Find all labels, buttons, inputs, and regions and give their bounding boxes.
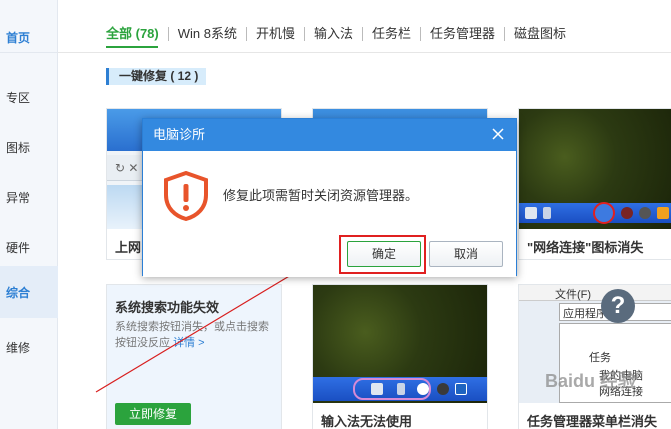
card-title: 上网	[115, 240, 142, 255]
dialog-title: 电脑诊所	[143, 119, 516, 151]
tab-win8[interactable]: Win 8系统	[167, 27, 246, 41]
tab-input-method[interactable]: 输入法	[303, 27, 362, 41]
dialog-message: 修复此项需暂时关闭资源管理器。	[223, 188, 419, 203]
shield-icon	[455, 383, 467, 395]
close-icon[interactable]	[490, 126, 506, 142]
sidebar-item-general[interactable]: 综合	[0, 266, 58, 318]
fix-card-input-method[interactable]: 输入法无法使用	[312, 284, 488, 429]
sidebar-item-icons[interactable]: 图标	[0, 134, 58, 160]
fix-card-task-manager[interactable]: 文件(F) 应用程序 任务 我的电脑 网络连接 ? Baidu 经验 任务管理器…	[518, 284, 671, 429]
tray-icon	[621, 207, 633, 219]
warning-shield-icon	[164, 171, 208, 221]
keyboard-icon	[525, 207, 537, 219]
active-tab-indicator	[106, 46, 158, 48]
taskbar-image	[313, 377, 487, 401]
keyboard-icon	[371, 383, 383, 395]
sidebar-item-label: 综合	[5, 286, 30, 300]
list-header: 任务	[589, 352, 611, 364]
sidebar-divider	[0, 52, 58, 53]
help-icon: ?	[601, 289, 635, 323]
sidebar-item-repair[interactable]: 维修	[0, 334, 58, 360]
taskbar-image	[519, 202, 671, 224]
section-title: 一键修复 ( 12 )	[106, 68, 207, 85]
fix-card-network-icon[interactable]: "网络连接"图标消失	[518, 108, 671, 260]
sidebar-item-label: 图标	[5, 141, 30, 155]
tab-task-manager[interactable]: 任务管理器	[420, 27, 504, 41]
tray-small-icon	[543, 207, 551, 219]
tray-icon	[437, 383, 449, 395]
card-title: 任务管理器菜单栏消失	[527, 414, 658, 429]
sidebar-item-label: 硬件	[5, 241, 30, 255]
card-title: 系统搜索功能失效	[115, 300, 220, 315]
card-description: 系统搜索按钮消失，或点击搜索按钮没反应 详情 >	[115, 321, 269, 349]
card-thumbnail	[313, 285, 487, 403]
menu-file-label: 文件(F)	[555, 289, 592, 301]
sidebar-item-home[interactable]: 首页	[0, 24, 58, 50]
card-thumbnail: 文件(F) 应用程序 任务 我的电脑 网络连接 ? Baidu 经验	[519, 285, 671, 403]
details-link[interactable]: 详情 >	[173, 337, 204, 349]
tab-taskbar[interactable]: 任务栏	[362, 27, 420, 41]
shield-icon	[657, 207, 669, 219]
sidebar-item-label: 专区	[5, 91, 30, 105]
sidebar-item-abnormal[interactable]: 异常	[0, 184, 58, 210]
dialog-body: 修复此项需暂时关闭资源管理器。 确定 取消	[143, 151, 516, 277]
confirm-dialog: 电脑诊所 修复此项需暂时关闭资源管理器。 确定 取消	[142, 118, 517, 277]
tab-disk-icon[interactable]: 磁盘图标	[504, 27, 575, 41]
sidebar-item-label: 首页	[5, 31, 30, 45]
sidebar-item-zone[interactable]: 专区	[0, 84, 58, 110]
ok-button[interactable]: 确定	[347, 241, 421, 267]
card-title: 输入法无法使用	[321, 414, 413, 429]
tabs-divider	[58, 52, 671, 53]
tray-icon	[639, 207, 651, 219]
tab-slow-boot[interactable]: 开机慢	[245, 27, 304, 41]
card-title: "网络连接"图标消失	[527, 240, 644, 255]
sidebar-item-label: 维修	[5, 341, 30, 355]
sidebar-item-label: 异常	[5, 191, 30, 205]
chevron-left-icon	[417, 383, 429, 395]
sidebar: 首页 专区 图标 异常 硬件 综合 维修	[0, 0, 58, 429]
category-tabs: 全部 (78) Win 8系统 开机慢 输入法 任务栏 任务管理器 磁盘图标	[106, 24, 575, 44]
watermark: Baidu 经验	[545, 371, 637, 391]
tray-small-icon	[397, 383, 405, 395]
tab-all[interactable]: 全部 (78)	[106, 27, 168, 41]
fix-now-button[interactable]: 立即修复	[115, 403, 191, 425]
card-thumbnail	[519, 109, 671, 229]
sidebar-item-hardware[interactable]: 硬件	[0, 234, 58, 260]
refresh-icon: ↻ ✕	[115, 161, 139, 175]
cancel-button[interactable]: 取消	[429, 241, 503, 267]
network-icon	[593, 202, 615, 224]
fix-card-search[interactable]: 系统搜索功能失效 系统搜索按钮消失，或点击搜索按钮没反应 详情 > 立即修复	[106, 284, 282, 429]
